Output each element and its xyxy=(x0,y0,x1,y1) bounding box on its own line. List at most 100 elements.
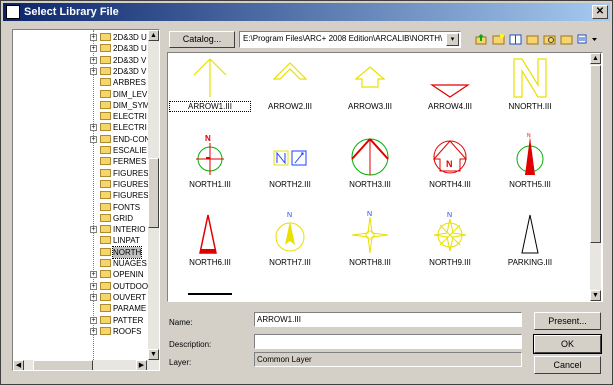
tree-item[interactable]: +2D&3D U xyxy=(13,32,147,43)
catalog-button[interactable]: Catalog... xyxy=(169,31,235,48)
tree-item[interactable]: +2D&3D U xyxy=(13,43,147,54)
file-item[interactable]: N NORTH8.III xyxy=(330,211,410,286)
file-item[interactable]: NORTH2.III xyxy=(250,133,330,208)
tree-item[interactable]: FERMES xyxy=(13,156,147,167)
folder-icon xyxy=(100,55,111,64)
open-book-icon[interactable] xyxy=(509,33,522,45)
tree-item[interactable]: ARBRES xyxy=(13,77,147,88)
file-item[interactable]: NNORTH.III xyxy=(490,55,570,130)
folder-icon[interactable] xyxy=(560,33,573,45)
file-item[interactable]: ARROW4.III xyxy=(410,55,490,130)
tree-item[interactable]: DIM_LEV xyxy=(13,89,147,100)
file-item[interactable]: N NORTH5.III xyxy=(490,133,570,208)
scroll-right-button[interactable]: ▶ xyxy=(136,360,147,370)
file-name-label: PARKING.III xyxy=(507,258,553,267)
chevron-down-icon[interactable]: ▾ xyxy=(446,33,459,46)
tree-item[interactable]: NORTH xyxy=(13,245,147,259)
file-item[interactable]: NORTH3.III xyxy=(330,133,410,208)
file-item[interactable]: NORTH6.III xyxy=(170,211,250,286)
file-name-label: ARROW3.III xyxy=(347,102,392,111)
expand-icon[interactable]: + xyxy=(90,271,97,279)
expand-icon[interactable]: + xyxy=(90,226,97,234)
grid-vertical-scrollbar[interactable]: ▲ ▼ xyxy=(590,53,601,301)
grid-scroll-down-button[interactable]: ▼ xyxy=(590,290,601,301)
tree-item[interactable]: +2D&3D V xyxy=(13,55,147,66)
tree-item[interactable]: PARAME xyxy=(13,303,147,314)
file-item[interactable]: N NORTH4.III xyxy=(410,133,490,208)
ok-button[interactable]: OK xyxy=(533,334,602,354)
title-bar[interactable]: Select Library File ✕ xyxy=(3,3,610,21)
expand-icon[interactable]: + xyxy=(90,67,97,75)
scroll-up-button[interactable]: ▲ xyxy=(148,30,159,41)
file-item[interactable]: N NORTH7.III xyxy=(250,211,330,286)
description-field[interactable] xyxy=(254,334,522,349)
tree-horizontal-scrollbar[interactable]: ◀ ▶ xyxy=(13,360,159,370)
scroll-thumb-horizontal[interactable] xyxy=(33,360,93,370)
tree-item-label: DIM_LEV xyxy=(113,89,148,99)
folder-icon xyxy=(100,179,111,188)
north9-symbol-icon: N xyxy=(433,212,467,252)
expand-icon[interactable]: + xyxy=(90,45,97,53)
tree-item[interactable]: + ROOFS xyxy=(13,326,147,337)
expand-icon[interactable]: + xyxy=(90,327,97,335)
expand-icon[interactable]: + xyxy=(90,56,97,64)
file-name-label: NORTH4.III xyxy=(429,180,471,189)
tree-item-label: ELECTRI xyxy=(113,112,147,122)
tree-vertical-scrollbar[interactable]: ▲ ▼ xyxy=(148,30,159,360)
up-folder-icon[interactable] xyxy=(475,33,488,45)
tree-item[interactable]: FIGURES xyxy=(13,190,149,201)
name-field[interactable]: ARROW1.III xyxy=(254,312,522,327)
tree-item[interactable]: + INTERIO xyxy=(13,224,147,235)
grid-scroll-thumb[interactable] xyxy=(590,65,601,243)
tree-item[interactable]: + OPENIN xyxy=(13,269,147,280)
expand-icon[interactable]: + xyxy=(90,316,97,324)
cancel-button[interactable]: Cancel xyxy=(534,356,601,374)
tree-item[interactable]: NUAGES xyxy=(13,258,147,269)
partial-file-item[interactable] xyxy=(188,293,232,295)
present-button[interactable]: Present... xyxy=(534,312,601,330)
scroll-thumb[interactable] xyxy=(148,158,159,228)
folder-icon xyxy=(100,259,111,267)
grid-scroll-up-button[interactable]: ▲ xyxy=(590,53,601,64)
tree-item-label: DIM_SYM xyxy=(113,100,150,110)
tree-item[interactable]: GRID xyxy=(13,213,147,224)
expand-icon[interactable]: + xyxy=(90,293,97,301)
file-item[interactable]: PARKING.III xyxy=(490,211,570,286)
expand-icon[interactable]: + xyxy=(90,34,97,41)
file-item[interactable]: ARROW3.III xyxy=(330,55,410,130)
new-folder-icon[interactable] xyxy=(492,33,505,45)
tree-item[interactable]: + PATTER xyxy=(13,315,147,326)
tree-item[interactable]: LINPAT xyxy=(13,235,147,246)
tree-item[interactable]: ESCALIE xyxy=(13,145,147,156)
tree-item[interactable]: ELECTRI xyxy=(13,111,147,122)
close-button[interactable]: ✕ xyxy=(592,5,608,19)
tree-item[interactable]: + OUVERT xyxy=(13,292,147,303)
file-item[interactable]: N NORTH9.III xyxy=(410,211,490,286)
file-item[interactable]: ARROW2.III xyxy=(250,55,330,130)
file-item[interactable]: ARROW1.III xyxy=(169,55,251,130)
tree-item-label: FIGURES xyxy=(113,191,149,201)
tree-item[interactable]: + ELECTRI xyxy=(13,122,147,133)
tree-item[interactable]: FIGURES xyxy=(13,179,149,190)
folder-search-icon[interactable] xyxy=(543,33,556,45)
folder-icon xyxy=(100,66,111,75)
expand-icon[interactable]: + xyxy=(90,124,97,132)
file-name-label: NORTH6.III xyxy=(189,258,231,267)
file-item[interactable]: N NORTH1.III xyxy=(170,133,250,208)
scroll-left-button[interactable]: ◀ xyxy=(13,360,24,370)
tree-item[interactable]: DIM_SYM xyxy=(13,100,150,111)
expand-icon[interactable]: + xyxy=(90,282,97,290)
scroll-down-button[interactable]: ▼ xyxy=(148,349,159,360)
tree-item[interactable]: + OUTDOO xyxy=(13,281,148,292)
tree-item[interactable]: + END-CON xyxy=(13,134,150,145)
folder-open-icon[interactable] xyxy=(526,33,539,45)
svg-text:N: N xyxy=(367,211,372,218)
tree-item[interactable]: FIGURES xyxy=(13,168,149,179)
expand-icon[interactable]: + xyxy=(90,135,97,143)
tree-item[interactable]: FONTS xyxy=(13,202,147,213)
path-combobox[interactable]: E:\Program Files\ARC+ 2008 Edition\ARCAL… xyxy=(239,31,461,48)
tree-item[interactable]: +2D&3D V xyxy=(13,66,147,77)
file-thumbnail-grid[interactable]: ARROW1.III ARROW2.III ARROW3.III ARROW4.… xyxy=(167,52,603,302)
view-options-icon[interactable] xyxy=(577,33,601,45)
folder-tree[interactable]: +2D&3D U +2D&3D U +2D&3D V +2D&3D V ARBRES DI… xyxy=(12,29,160,371)
